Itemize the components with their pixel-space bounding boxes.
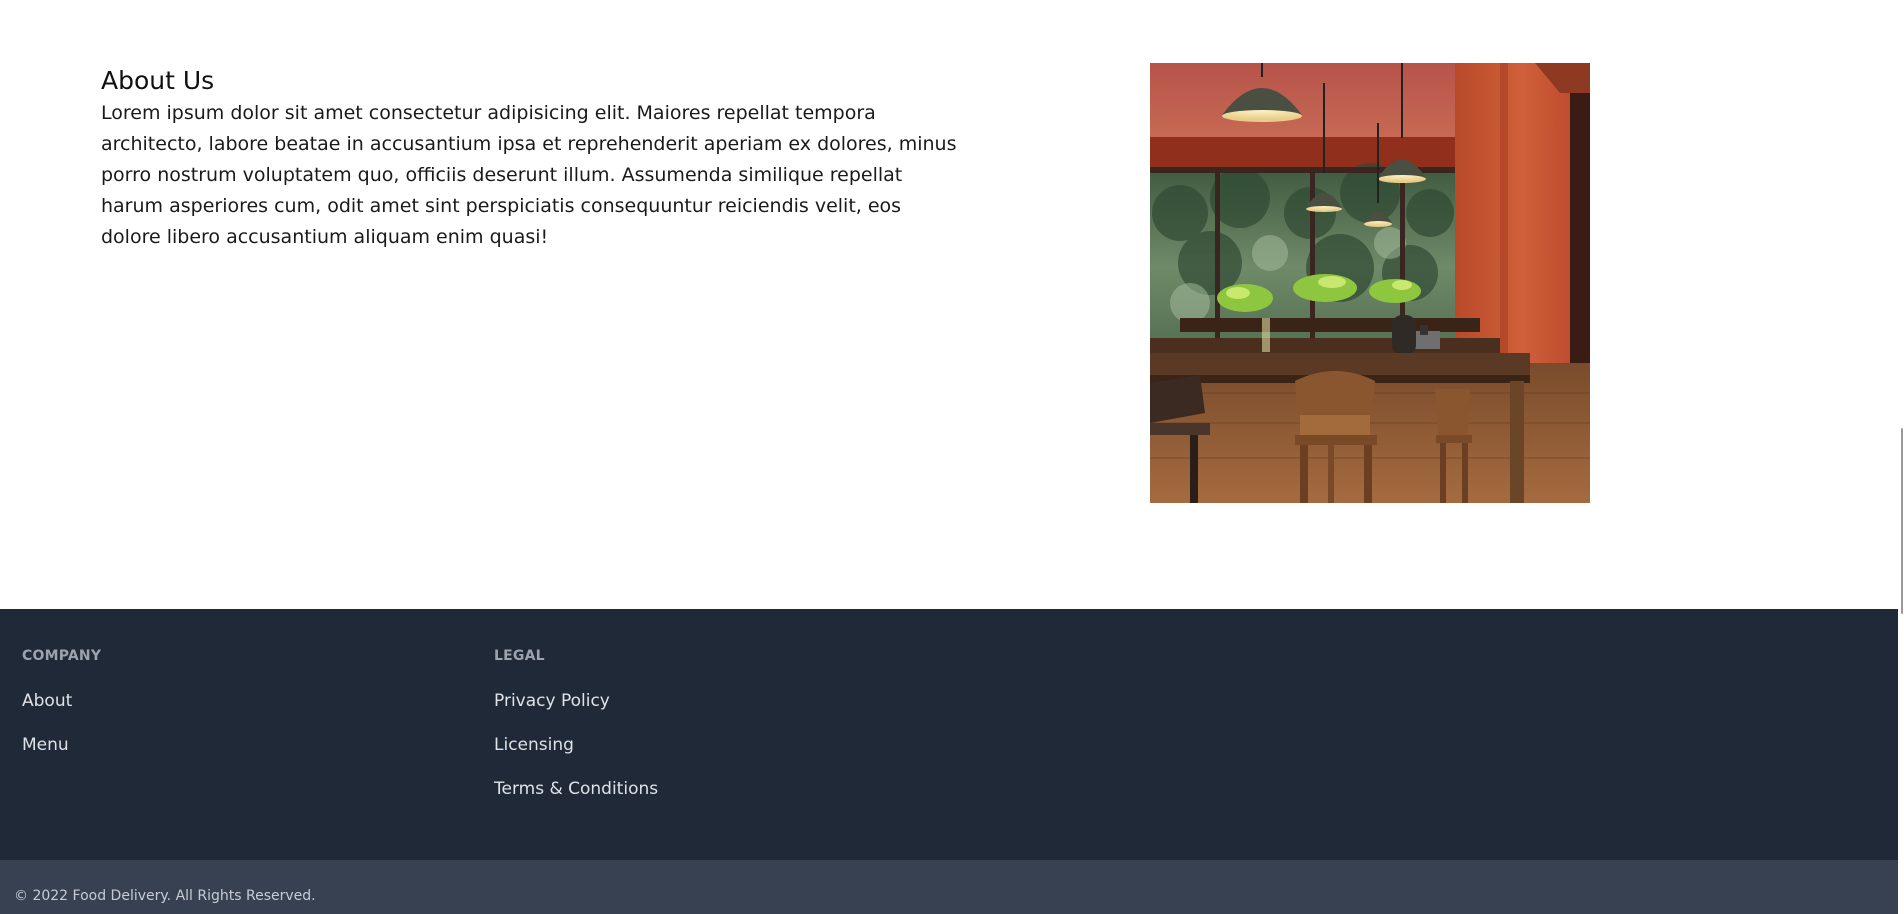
footer-legal-heading: LEGAL (494, 648, 545, 664)
copyright-text: © 2022 Food Delivery. All Rights Reserve… (14, 888, 316, 904)
about-title: About Us (101, 66, 215, 95)
footer-company-heading: COMPANY (22, 648, 102, 664)
footer-link-about[interactable]: About (22, 690, 101, 712)
footer-link-privacy-policy[interactable]: Privacy Policy (494, 690, 658, 712)
footer-bottom-bar: © 2022 Food Delivery. All Rights Reserve… (0, 860, 1898, 914)
footer-legal-column: LEGAL Privacy Policy Licensing Terms & C… (494, 646, 658, 822)
page: About Us Lorem ipsum dolor sit amet cons… (0, 0, 1904, 914)
footer: COMPANY About Menu LEGAL Privacy Policy … (0, 609, 1898, 860)
footer-link-licensing[interactable]: Licensing (494, 734, 658, 756)
scrollbar-thumb[interactable] (1901, 428, 1903, 614)
footer-link-menu[interactable]: Menu (22, 734, 101, 756)
about-section: About Us Lorem ipsum dolor sit amet cons… (0, 0, 1898, 609)
footer-link-terms-conditions[interactable]: Terms & Conditions (494, 778, 658, 800)
about-body: Lorem ipsum dolor sit amet consectetur a… (101, 102, 957, 248)
footer-company-column: COMPANY About Menu (22, 646, 101, 778)
page-scrollbar[interactable] (1898, 0, 1904, 914)
restaurant-interior-image (1150, 63, 1590, 503)
about-text-block: About Us Lorem ipsum dolor sit amet cons… (101, 64, 961, 253)
restaurant-illustration (1150, 63, 1590, 503)
